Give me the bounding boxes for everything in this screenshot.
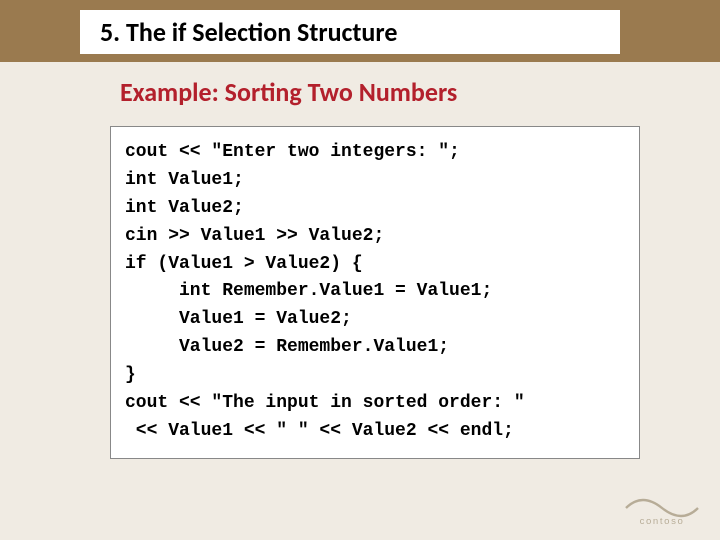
slide-title: 5. The if Selection Structure: [80, 10, 620, 54]
contoso-logo: contoso: [622, 488, 702, 528]
logo-text: contoso: [640, 516, 685, 527]
slide-subtitle: Example: Sorting Two Numbers: [120, 76, 720, 108]
header-bar: 5. The if Selection Structure: [0, 0, 720, 62]
code-block: cout << "Enter two integers: "; int Valu…: [110, 126, 640, 459]
